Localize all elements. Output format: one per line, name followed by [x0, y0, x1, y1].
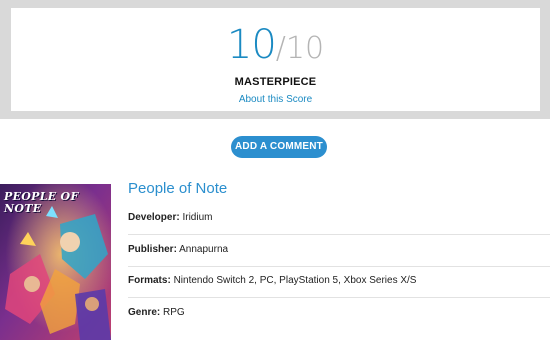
publisher-row: Publisher: Annapurna	[128, 235, 550, 267]
publisher-label: Publisher:	[128, 244, 177, 255]
formats-row: Formats: Nintendo Switch 2, PC, PlayStat…	[128, 266, 550, 298]
developer-label: Developer:	[128, 212, 180, 223]
genre-row: Genre: RPG	[128, 298, 550, 330]
genre-label: Genre:	[128, 307, 161, 318]
score-max: 10	[285, 31, 325, 66]
game-title-link[interactable]: People of Note	[128, 180, 227, 197]
score-card: 10/10 MASTERPIECE About this Score	[11, 8, 540, 111]
score-display: 10/10	[11, 22, 540, 68]
formats-label: Formats:	[128, 275, 171, 286]
cover-logo-text: PEOPLE OF NOTE	[4, 190, 79, 215]
publisher-value: Annapurna	[179, 244, 229, 255]
score-value: 10	[226, 22, 277, 68]
score-band: 10/10 MASTERPIECE About this Score	[0, 0, 550, 119]
about-score-link[interactable]: About this Score	[11, 94, 540, 105]
score-slash: /	[275, 31, 286, 66]
developer-value: Iridium	[182, 212, 213, 223]
formats-value: Nintendo Switch 2, PC, PlayStation 5, Xb…	[173, 275, 417, 286]
add-comment-button[interactable]: ADD A COMMENT	[231, 136, 327, 158]
developer-row: Developer: Iridium	[128, 203, 550, 235]
score-verdict: MASTERPIECE	[234, 76, 317, 88]
game-cover-image[interactable]: PEOPLE OF NOTE	[0, 184, 111, 340]
genre-value: RPG	[163, 307, 185, 318]
